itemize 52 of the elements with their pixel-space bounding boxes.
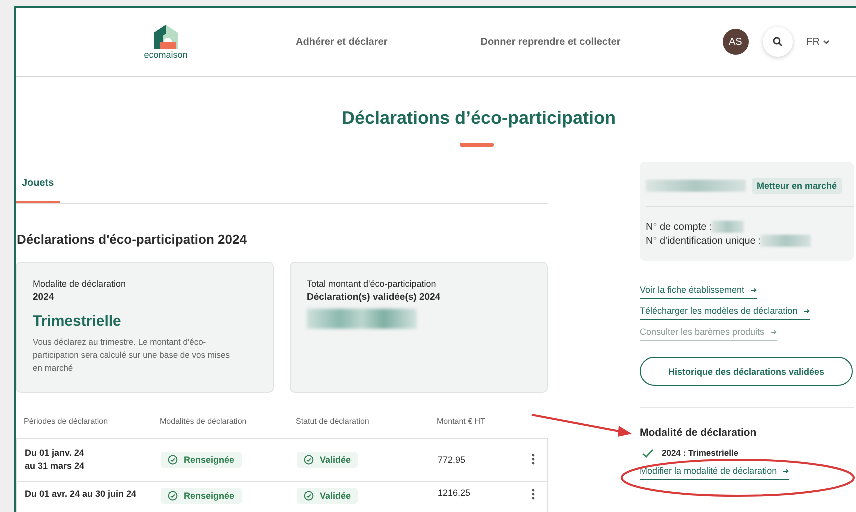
- arrow-right-icon: [750, 288, 757, 292]
- account-number-label: N° de compte :: [646, 222, 712, 232]
- card-value: Trimestrielle: [33, 313, 122, 330]
- house-logo-icon: [153, 24, 179, 50]
- redacted-value: [712, 221, 744, 233]
- identification-label: N° d'identification unique :: [646, 236, 762, 246]
- section-title: Déclarations d'éco-participation 2024: [17, 232, 248, 247]
- search-icon: [772, 37, 783, 47]
- card-label: Modalite de déclaration: [33, 279, 128, 289]
- check-circle-icon: [304, 455, 314, 465]
- modality-badge: Renseignée: [161, 488, 242, 504]
- column-header: Modalités de déclaration: [160, 417, 248, 426]
- check-circle-icon: [168, 455, 178, 465]
- modify-modality-link[interactable]: Modifier la modalité de déclaration: [640, 466, 790, 480]
- modality-badge: Renseignée: [161, 452, 242, 468]
- title-underline: [460, 143, 494, 147]
- status-badge: Validée: [297, 488, 358, 504]
- language-selector[interactable]: FR: [806, 36, 830, 48]
- chevron-down-icon: [823, 40, 830, 44]
- arrow-right-icon: [770, 330, 777, 334]
- nav-link[interactable]: Donner reprendre et collecter: [480, 36, 621, 48]
- column-header: Montant € HT: [437, 417, 486, 426]
- check-circle-icon: [168, 491, 178, 501]
- amount-cell-text: 772,95: [438, 455, 467, 465]
- check-circle-icon: [304, 491, 314, 501]
- card-description: Vous déclarez au trimestre. Le montant d'éco-participation sera calculé sur une base de vos mises en marché: [33, 336, 232, 374]
- card-year: 2024: [33, 292, 56, 303]
- checkmark-icon: [642, 448, 654, 458]
- page-title: Déclarations d’éco-participation: [340, 107, 618, 129]
- user-avatar[interactable]: AS: [722, 29, 749, 55]
- modality-entry: 2024 : Trimestrielle: [662, 448, 739, 458]
- tab[interactable]: Jouets: [16, 174, 60, 203]
- column-header: Périodes de déclaration: [24, 417, 110, 426]
- role-badge: Metteur en marché: [752, 178, 842, 194]
- more-options-icon[interactable]: [532, 452, 535, 468]
- status-badge: Validée: [297, 452, 358, 468]
- logo-text: ecomaison: [144, 50, 188, 60]
- period-cell-text: Du 01 avr. 24 au 30 juin 24: [25, 488, 138, 501]
- redacted-value: [761, 235, 812, 247]
- card-label: Total montant d'éco-participation: [307, 279, 438, 289]
- arrow-right-icon: [804, 308, 810, 314]
- amount-cell-text: 1216,25: [438, 488, 472, 498]
- period-cell-text: Du 01 janv. 24 au 31 mars 24: [25, 446, 86, 473]
- modality-title: Modalité de déclaration: [640, 427, 758, 439]
- column-header: Statut de déclaration: [296, 417, 370, 426]
- side-link[interactable]: Télécharger les modèles de déclaration: [640, 306, 810, 320]
- nav-link[interactable]: Adhérer et déclarer: [296, 36, 388, 48]
- side-link[interactable]: Voir la fiche établissement: [640, 285, 757, 299]
- card-subtitle: Déclaration(s) validée(s) 2024: [307, 292, 442, 303]
- search-button[interactable]: [762, 27, 793, 57]
- history-button[interactable]: Historique des déclarations validées: [640, 357, 853, 386]
- arrow-right-icon: [783, 468, 790, 474]
